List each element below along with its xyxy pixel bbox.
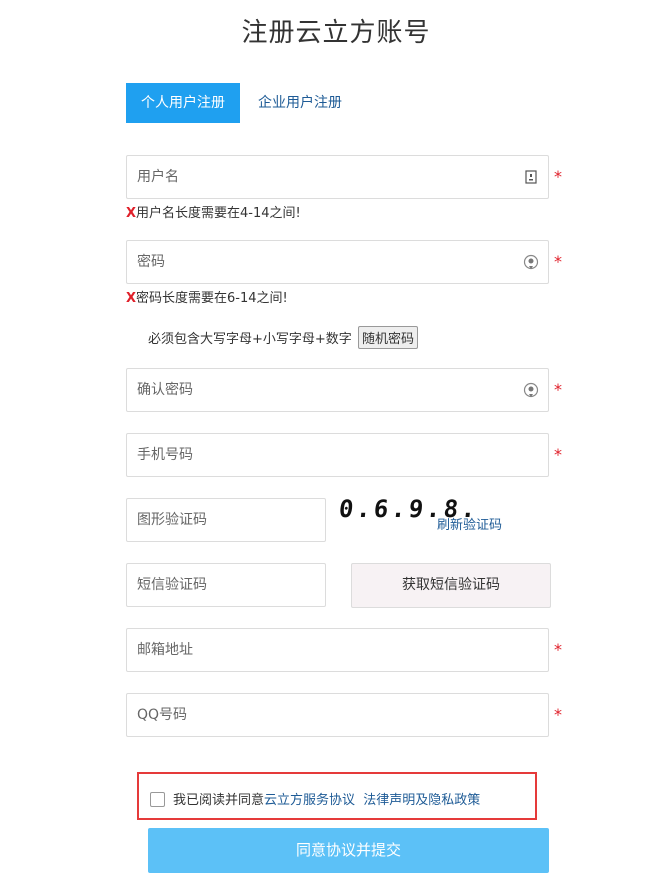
get-sms-code-button[interactable]: 获取短信验证码 (351, 563, 551, 608)
agreement-prefix: 我已阅读并同意 (173, 793, 265, 808)
eye-icon[interactable] (523, 382, 539, 398)
required-mark: * (554, 445, 562, 464)
required-mark: * (554, 640, 562, 659)
eye-icon[interactable] (523, 254, 539, 270)
submit-button[interactable]: 同意协议并提交 (148, 828, 549, 873)
required-mark: * (554, 167, 562, 186)
password-hint: 必须包含大写字母+小写字母+数字 随机密码 (148, 326, 418, 349)
username-field[interactable] (126, 155, 549, 199)
username-input[interactable] (127, 156, 548, 198)
username-error: X用户名长度需要在4-14之间! (126, 202, 301, 221)
service-agreement-link[interactable]: 云立方服务协议 (264, 793, 355, 808)
phone-input[interactable] (127, 434, 548, 476)
tab-personal[interactable]: 个人用户注册 (126, 83, 240, 123)
password-error: X密码长度需要在6-14之间! (126, 287, 288, 306)
privacy-policy-link[interactable]: 法律声明及隐私政策 (363, 793, 480, 808)
error-x-icon: X (126, 206, 137, 221)
email-input[interactable] (127, 629, 548, 671)
required-mark: * (554, 705, 562, 724)
page-title: 注册云立方账号 (241, 18, 431, 48)
password-field[interactable] (126, 240, 549, 284)
captcha-input[interactable] (127, 499, 325, 541)
required-mark: * (554, 252, 562, 271)
agreement-text: 我已阅读并同意云立方服务协议 法律声明及隐私政策 (173, 789, 480, 808)
agreement-box: 我已阅读并同意云立方服务协议 法律声明及隐私政策 (137, 772, 537, 820)
sms-code-field[interactable] (126, 563, 326, 607)
qq-field[interactable] (126, 693, 549, 737)
password-hint-text: 必须包含大写字母+小写字母+数字 (148, 332, 352, 347)
confirm-password-input[interactable] (127, 369, 548, 411)
phone-field[interactable] (126, 433, 549, 477)
random-password-button[interactable]: 随机密码 (357, 326, 418, 349)
required-mark: * (554, 380, 562, 399)
email-field[interactable] (126, 628, 549, 672)
qq-input[interactable] (127, 694, 548, 736)
password-input[interactable] (127, 241, 548, 283)
confirm-password-field[interactable] (126, 368, 549, 412)
refresh-captcha-link[interactable]: 刷新验证码 (437, 514, 502, 533)
username-error-text: 用户名长度需要在4-14之间! (136, 206, 301, 221)
tab-enterprise[interactable]: 企业用户注册 (258, 83, 342, 123)
agreement-checkbox[interactable] (150, 792, 165, 807)
id-card-icon (525, 170, 537, 184)
captcha-field[interactable] (126, 498, 326, 542)
error-x-icon: X (126, 291, 137, 306)
password-error-text: 密码长度需要在6-14之间! (136, 291, 288, 306)
sms-code-input[interactable] (127, 564, 325, 606)
